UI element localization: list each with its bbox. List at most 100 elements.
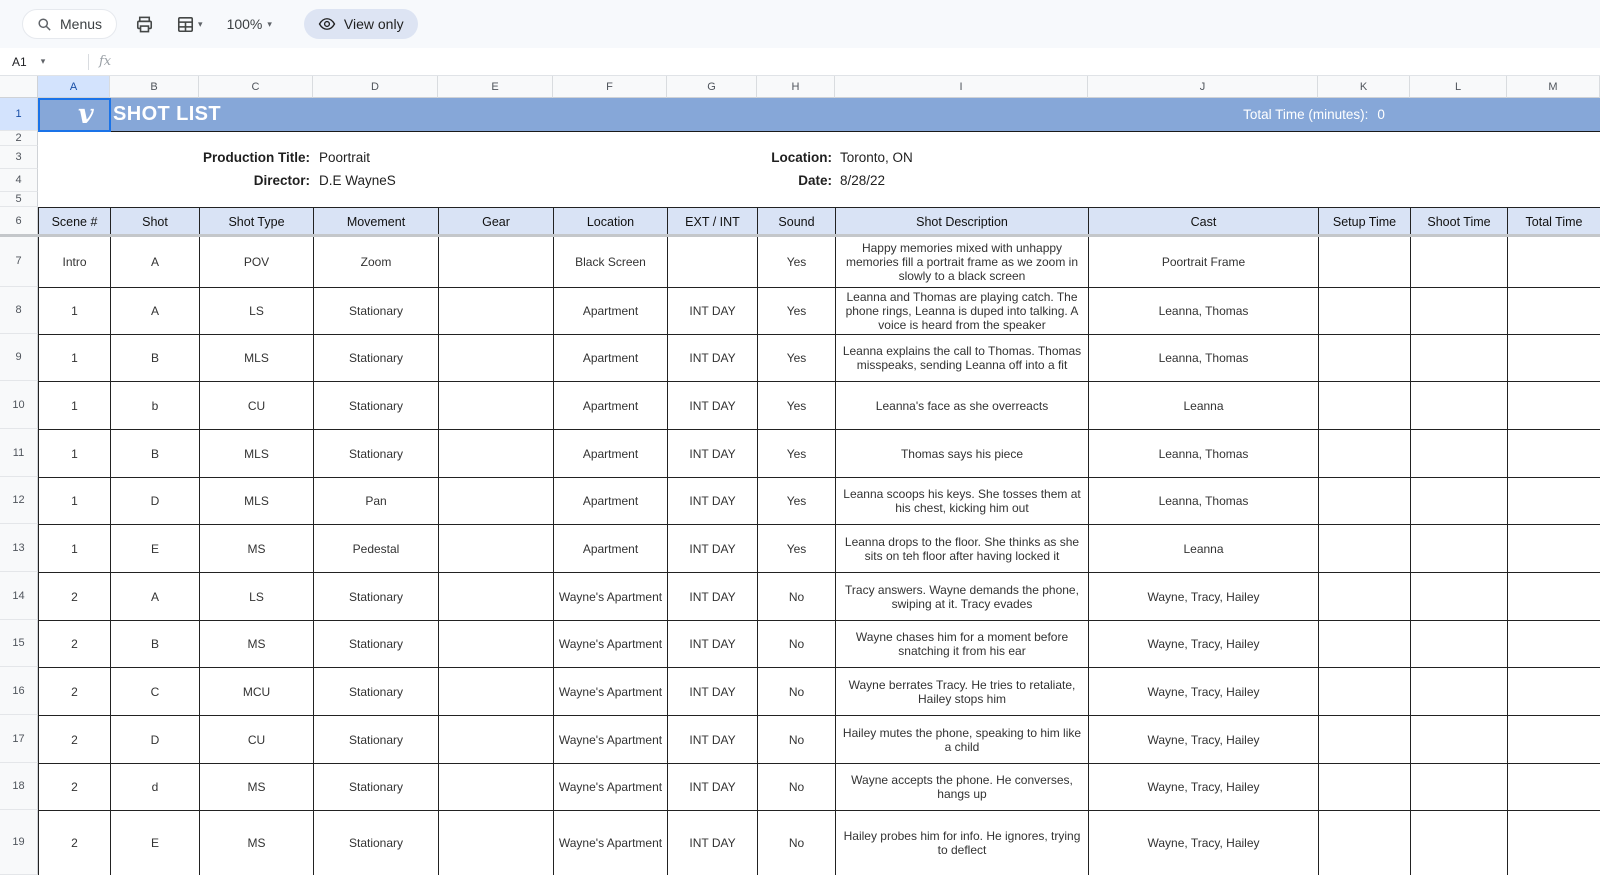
cell-H19[interactable]: No — [758, 811, 836, 875]
col-header-K[interactable]: K — [1318, 76, 1410, 98]
cell-J19[interactable]: Wayne, Tracy, Hailey — [1089, 811, 1319, 875]
cell-L12[interactable] — [1411, 478, 1508, 525]
cell-J12[interactable]: Leanna, Thomas — [1089, 478, 1319, 525]
cell-D11[interactable]: Stationary — [314, 430, 439, 478]
cell-B9[interactable]: B — [111, 335, 200, 382]
cell-D9[interactable]: Stationary — [314, 335, 439, 382]
cell-L13[interactable] — [1411, 525, 1508, 573]
cell-B12[interactable]: D — [111, 478, 200, 525]
col-header-G[interactable]: G — [667, 76, 757, 98]
cell-M11[interactable] — [1508, 430, 1600, 478]
table-header-movement[interactable]: Movement — [314, 208, 439, 236]
cell-B10[interactable]: b — [111, 382, 200, 430]
cell-M7[interactable] — [1508, 236, 1600, 288]
cell-A17[interactable]: 2 — [39, 716, 111, 764]
cell-I19[interactable]: Hailey probes him for info. He ignores, … — [836, 811, 1089, 875]
table-header-shoot-time[interactable]: Shoot Time — [1411, 208, 1508, 236]
cell-A18[interactable]: 2 — [39, 764, 111, 811]
menus-search-button[interactable]: Menus — [22, 9, 117, 39]
cell-B14[interactable]: A — [111, 573, 200, 621]
cell-B17[interactable]: D — [111, 716, 200, 764]
cell-K9[interactable] — [1319, 335, 1411, 382]
cell-D13[interactable]: Pedestal — [314, 525, 439, 573]
row-header-3[interactable]: 3 — [0, 146, 38, 169]
cell-I7[interactable]: Happy memories mixed with unhappy memori… — [836, 236, 1089, 288]
cell-E7[interactable] — [439, 236, 554, 288]
cell-K19[interactable] — [1319, 811, 1411, 875]
cell-F10[interactable]: Apartment — [554, 382, 668, 430]
cell-G17[interactable]: INT DAY — [668, 716, 758, 764]
cell-D15[interactable]: Stationary — [314, 621, 439, 668]
cell-L14[interactable] — [1411, 573, 1508, 621]
cell-I17[interactable]: Hailey mutes the phone, speaking to him … — [836, 716, 1089, 764]
cell-F17[interactable]: Wayne's Apartment — [554, 716, 668, 764]
cell-E17[interactable] — [439, 716, 554, 764]
cell-H16[interactable]: No — [758, 668, 836, 716]
cell-G15[interactable]: INT DAY — [668, 621, 758, 668]
location-label[interactable]: Location: — [553, 146, 832, 169]
cell-F15[interactable]: Wayne's Apartment — [554, 621, 668, 668]
cell-M12[interactable] — [1508, 478, 1600, 525]
cell-G11[interactable]: INT DAY — [668, 430, 758, 478]
cell-A9[interactable]: 1 — [39, 335, 111, 382]
table-header-shot[interactable]: Shot — [111, 208, 200, 236]
cell-K18[interactable] — [1319, 764, 1411, 811]
production-title-value[interactable]: Poortrait — [319, 146, 370, 169]
cell-E11[interactable] — [439, 430, 554, 478]
cell-C7[interactable]: POV — [200, 236, 314, 288]
cell-J10[interactable]: Leanna — [1089, 382, 1319, 430]
cell-K8[interactable] — [1319, 288, 1411, 335]
cell-K10[interactable] — [1319, 382, 1411, 430]
cell-M15[interactable] — [1508, 621, 1600, 668]
row-header-6[interactable]: 6 — [0, 207, 38, 235]
cell-E16[interactable] — [439, 668, 554, 716]
cell-M9[interactable] — [1508, 335, 1600, 382]
sheet-corner[interactable] — [0, 76, 38, 98]
cell-J16[interactable]: Wayne, Tracy, Hailey — [1089, 668, 1319, 716]
cell-F7[interactable]: Black Screen — [554, 236, 668, 288]
cell-L10[interactable] — [1411, 382, 1508, 430]
cell-K12[interactable] — [1319, 478, 1411, 525]
cell-K13[interactable] — [1319, 525, 1411, 573]
cell-D17[interactable]: Stationary — [314, 716, 439, 764]
cell-L7[interactable] — [1411, 236, 1508, 288]
cell-M18[interactable] — [1508, 764, 1600, 811]
cell-K16[interactable] — [1319, 668, 1411, 716]
cell-G16[interactable]: INT DAY — [668, 668, 758, 716]
cell-L9[interactable] — [1411, 335, 1508, 382]
cell-D12[interactable]: Pan — [314, 478, 439, 525]
cell-E18[interactable] — [439, 764, 554, 811]
cell-I11[interactable]: Thomas says his piece — [836, 430, 1089, 478]
cell-B16[interactable]: C — [111, 668, 200, 716]
cell-B13[interactable]: E — [111, 525, 200, 573]
cell-C8[interactable]: LS — [200, 288, 314, 335]
row-header-14[interactable]: 14 — [0, 572, 38, 620]
col-header-C[interactable]: C — [199, 76, 313, 98]
cell-H12[interactable]: Yes — [758, 478, 836, 525]
cell-M10[interactable] — [1508, 382, 1600, 430]
cell-I10[interactable]: Leanna's face as she overreacts — [836, 382, 1089, 430]
col-header-I[interactable]: I — [835, 76, 1088, 98]
table-header-location[interactable]: Location — [554, 208, 668, 236]
cell-L19[interactable] — [1411, 811, 1508, 875]
cell-H15[interactable]: No — [758, 621, 836, 668]
name-box[interactable]: A1 ▾ — [0, 55, 84, 69]
cell-J11[interactable]: Leanna, Thomas — [1089, 430, 1319, 478]
cell-B11[interactable]: B — [111, 430, 200, 478]
cell-J7[interactable]: Poortrait Frame — [1089, 236, 1319, 288]
cell-H8[interactable]: Yes — [758, 288, 836, 335]
cell-J15[interactable]: Wayne, Tracy, Hailey — [1089, 621, 1319, 668]
table-header-scene[interactable]: Scene # — [39, 208, 111, 236]
row-header-7[interactable]: 7 — [0, 235, 38, 287]
cell-M13[interactable] — [1508, 525, 1600, 573]
cell-A15[interactable]: 2 — [39, 621, 111, 668]
print-button[interactable] — [131, 11, 158, 38]
cell-I15[interactable]: Wayne chases him for a moment before sna… — [836, 621, 1089, 668]
cell-E14[interactable] — [439, 573, 554, 621]
cell-C18[interactable]: MS — [200, 764, 314, 811]
cell-K17[interactable] — [1319, 716, 1411, 764]
cell-F13[interactable]: Apartment — [554, 525, 668, 573]
cell-D18[interactable]: Stationary — [314, 764, 439, 811]
cell-B18[interactable]: d — [111, 764, 200, 811]
sheet-tools-button[interactable]: ▾ — [172, 11, 207, 38]
